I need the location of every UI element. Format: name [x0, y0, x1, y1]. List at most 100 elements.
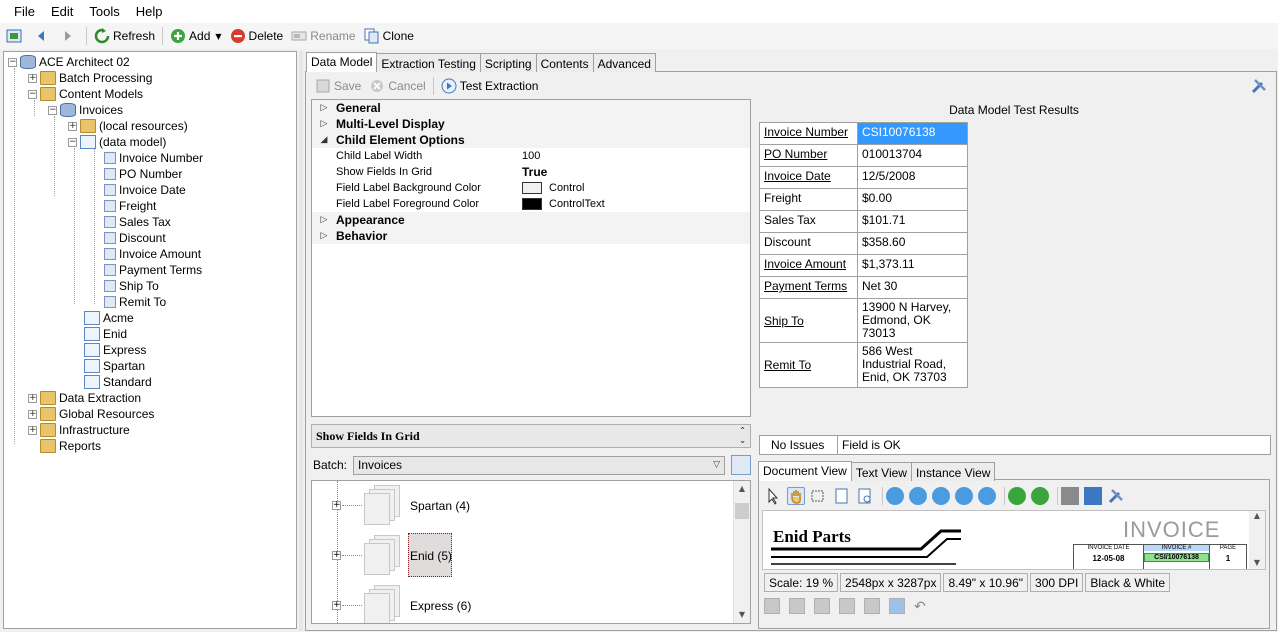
pan-hand-icon[interactable] — [787, 487, 805, 505]
tree-node-field[interactable]: Invoice Number — [102, 150, 203, 166]
scroll-up-icon[interactable]: ▲ — [1249, 511, 1265, 520]
batch-select[interactable]: Invoices ▽ — [353, 455, 725, 475]
back-button[interactable] — [29, 25, 56, 47]
property-row[interactable]: Field Label Background Color Control — [312, 180, 750, 196]
tab-text-view[interactable]: Text View — [850, 462, 912, 481]
tab-contents[interactable]: Contents — [535, 53, 594, 72]
refresh-page-icon[interactable] — [889, 598, 905, 614]
property-row[interactable]: Show Fields In Grid True — [312, 164, 750, 180]
rotate-right-icon[interactable] — [1031, 487, 1049, 505]
tab-advanced[interactable]: Advanced — [592, 53, 656, 72]
refresh-button[interactable]: Refresh — [90, 25, 159, 47]
scroll-thumb[interactable] — [735, 503, 749, 519]
tree-node-invoices[interactable]: − Invoices — [48, 102, 123, 118]
expand-icon[interactable]: + — [332, 601, 341, 610]
tab-scripting[interactable]: Scripting — [479, 53, 537, 72]
property-value[interactable]: 100 — [522, 150, 540, 162]
category-multilevel[interactable]: ▷ Multi-Level Display — [312, 116, 750, 132]
zoom-region-icon[interactable] — [810, 487, 828, 505]
property-row[interactable]: Field Label Foreground Color ControlText — [312, 196, 750, 212]
result-label-link[interactable]: Ship To — [759, 298, 858, 343]
pointer-icon[interactable] — [764, 487, 782, 505]
tree-node-field[interactable]: PO Number — [102, 166, 182, 182]
cancel-button[interactable]: Cancel — [365, 75, 429, 97]
result-label-link[interactable]: Invoice Amount — [759, 254, 858, 277]
batch-settings-button[interactable] — [731, 455, 751, 475]
category-general[interactable]: ▷ General — [312, 100, 750, 116]
property-row[interactable]: Child Label Width 100 — [312, 148, 750, 164]
tree-node-data-model[interactable]: − (data model) — [68, 134, 166, 150]
tree-node-field[interactable]: Discount — [102, 230, 166, 246]
tree-node-local-resources[interactable]: + (local resources) — [68, 118, 188, 134]
annotate-icon[interactable] — [764, 598, 780, 614]
forward-button[interactable] — [56, 25, 83, 47]
tree-node-field[interactable]: Remit To — [102, 294, 166, 310]
description-scroll-icon[interactable]: ⌃ ⌄ — [739, 426, 746, 446]
tab-document-view[interactable]: Document View — [758, 461, 852, 481]
tree-node-instance[interactable]: Standard — [84, 374, 152, 390]
result-value[interactable]: 13900 N Harvey, Edmond, OK 73013 — [857, 298, 968, 343]
tools-icon[interactable] — [1107, 487, 1125, 505]
tree-node-field[interactable]: Sales Tax — [102, 214, 171, 230]
print-icon[interactable] — [1061, 487, 1079, 505]
crop-icon[interactable] — [864, 598, 880, 614]
tree-node-infrastructure[interactable]: + Infrastructure — [28, 422, 130, 438]
tree-node-batch-processing[interactable]: + Batch Processing — [28, 70, 152, 86]
tree-node-instance[interactable]: Acme — [84, 310, 134, 326]
edit-icon[interactable] — [789, 598, 805, 614]
tools-icon[interactable] — [1250, 77, 1268, 95]
stamp-icon[interactable] — [814, 598, 830, 614]
rotate-left-icon[interactable] — [1008, 487, 1026, 505]
batch-document-list[interactable]: + Spartan (4) + Enid (5) + Express (6) ▲… — [311, 480, 751, 624]
expand-icon[interactable]: + — [332, 551, 341, 560]
tree-node-field[interactable]: Payment Terms — [102, 262, 202, 278]
scroll-up-icon[interactable]: ▲ — [734, 481, 750, 497]
property-value[interactable]: Control — [522, 182, 584, 194]
document-scrollbar[interactable]: ▲ ▼ — [1249, 511, 1265, 569]
category-appearance[interactable]: ▷ Appearance — [312, 212, 750, 228]
result-value[interactable]: $358.60 — [857, 232, 968, 255]
result-value[interactable]: 12/5/2008 — [857, 166, 968, 189]
property-grid[interactable]: ▷ General ▷ Multi-Level Display ◢ Child Ele… — [311, 99, 751, 417]
menu-edit[interactable]: Edit — [43, 4, 81, 19]
expand-icon[interactable]: + — [332, 501, 341, 510]
batch-item[interactable]: + Express (6) — [312, 583, 732, 623]
project-tree[interactable]: − ACE Architect 02 + Batch Processing − Con… — [3, 51, 297, 629]
result-label-link[interactable]: PO Number — [759, 144, 858, 167]
zoom-in-icon[interactable] — [886, 487, 904, 505]
home-button[interactable] — [2, 25, 29, 47]
tree-node-field[interactable]: Invoice Amount — [102, 246, 201, 262]
menu-tools[interactable]: Tools — [81, 4, 127, 19]
scan-icon[interactable] — [839, 598, 855, 614]
zoom-reset-icon[interactable] — [978, 487, 996, 505]
vertical-scrollbar[interactable]: ▲ ▼ — [733, 481, 750, 623]
result-value[interactable]: $0.00 — [857, 188, 968, 211]
tab-extraction-testing[interactable]: Extraction Testing — [376, 53, 481, 72]
result-value[interactable]: CSI10076138 — [857, 122, 968, 145]
scroll-down-icon[interactable]: ▼ — [1249, 558, 1265, 567]
undo-icon[interactable]: ↶ — [914, 598, 930, 614]
pane-splitter[interactable] — [299, 51, 303, 631]
batch-item[interactable]: + Spartan (4) — [312, 483, 732, 527]
result-label-link[interactable]: Invoice Date — [759, 166, 858, 189]
result-value[interactable]: 010013704 — [857, 144, 968, 167]
tree-node-instance[interactable]: Spartan — [84, 358, 145, 374]
rename-button[interactable]: Rename — [287, 25, 359, 47]
tree-node-content-models[interactable]: − Content Models — [28, 86, 143, 102]
tree-node-field[interactable]: Freight — [102, 198, 156, 214]
save-button[interactable]: Save — [311, 75, 365, 97]
fit-width-icon[interactable] — [856, 487, 874, 505]
zoom-actual-icon[interactable] — [932, 487, 950, 505]
result-value[interactable]: $1,373.11 — [857, 254, 968, 277]
tab-data-model[interactable]: Data Model — [306, 52, 378, 72]
zoom-fit-icon[interactable] — [955, 487, 973, 505]
result-label-link[interactable]: Invoice Number — [759, 122, 858, 145]
result-value[interactable]: $101.71 — [857, 210, 968, 233]
tree-node-field[interactable]: Invoice Date — [102, 182, 186, 198]
category-child-options[interactable]: ◢ Child Element Options — [312, 132, 750, 148]
fit-page-icon[interactable] — [833, 487, 851, 505]
tab-instance-view[interactable]: Instance View — [910, 462, 996, 481]
result-value[interactable]: 586 West Industrial Road, Enid, OK 73703 — [857, 342, 968, 388]
scroll-down-icon[interactable]: ▼ — [734, 607, 750, 623]
result-value[interactable]: Net 30 — [857, 276, 968, 299]
